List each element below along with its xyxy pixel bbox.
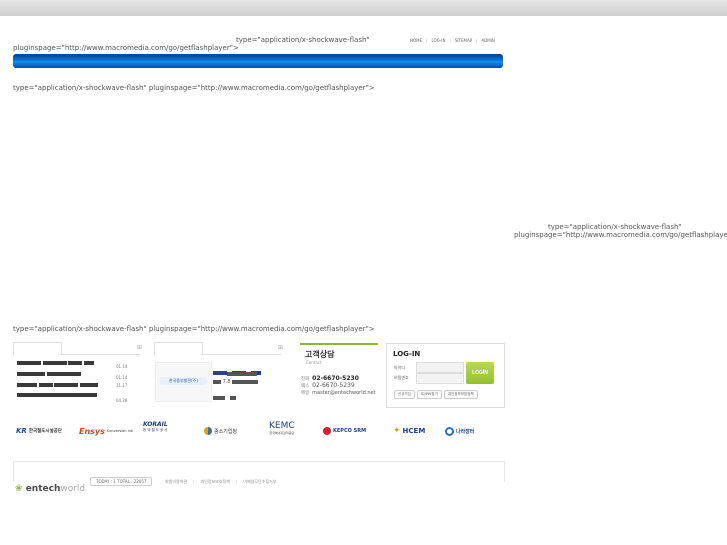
banner-year: 2009 (213, 371, 226, 377)
contact-email[interactable]: 메일 master@entechworld.net (301, 390, 376, 396)
privacy-link[interactable]: 개인정보보호정책 (200, 479, 229, 485)
signup-link[interactable]: 신규가입 (394, 390, 415, 399)
list-item[interactable] (17, 382, 98, 388)
news-date: 01.14 (116, 364, 128, 369)
contact-subtitle: Contact (306, 360, 322, 365)
flash-fallback-text: type="application/x-shockwave-flash" (236, 36, 370, 44)
util-login-link[interactable]: LOG-IN (432, 38, 446, 43)
logo-ensys[interactable]: Ensys Conversion ink (79, 421, 133, 441)
flash-fallback-text: type="application/x-shockwave-flash" (548, 223, 682, 231)
banner-date: 7.8 (222, 379, 231, 385)
banner-text (213, 387, 237, 406)
login-id-input[interactable] (416, 362, 464, 373)
logo-kepco[interactable]: KEPCO SRM (323, 421, 366, 441)
find-id-pw-link[interactable]: ID/PW찾기 (416, 390, 442, 399)
leaf-icon: ❀ (15, 484, 23, 494)
list-item[interactable] (17, 371, 81, 377)
login-title: LOG-IN (393, 350, 421, 358)
footer-logo: ❀ entechworld (15, 484, 86, 494)
banner-label: 한국중부발전(주) (159, 377, 208, 385)
news-date: 04.28 (116, 398, 128, 403)
banner-image[interactable]: 한국중부발전(주) (155, 362, 212, 402)
login-password-input[interactable] (416, 373, 464, 384)
util-admin-link[interactable]: ADMIN (481, 38, 494, 43)
contact-fax: 팩스 02-6670-5239 (301, 382, 355, 389)
navigation-bar (13, 54, 503, 68)
contact-title: 고객상담 (305, 350, 335, 359)
top-gradient-bar (0, 0, 727, 16)
partner-logos: KR 한국철도시설공단 Ensys Conversion ink KORAIL … (13, 421, 503, 441)
flash-fallback-text: type="application/x-shockwave-flash" plu… (13, 325, 375, 333)
logo-hcem[interactable]: ✦ HCEM (393, 421, 425, 441)
flash-fallback-text: pluginspage="http://www.macromedia.com/g… (514, 231, 727, 239)
flash-fallback-text: pluginspage="http://www.macromedia.com/g… (13, 44, 239, 52)
logo-korail[interactable]: KORAIL 한국철도공사 (143, 421, 168, 441)
news-date: 11.17 (116, 383, 128, 388)
logo-kr-rail[interactable]: KR 한국철도시설공단 (16, 421, 62, 441)
news-date: 01.14 (116, 375, 128, 380)
logo-sme[interactable]: 중소기업청 (204, 421, 237, 441)
contact-accent-line (300, 343, 378, 345)
notice-tab[interactable] (154, 342, 203, 355)
list-item[interactable] (17, 360, 94, 366)
utility-menu: HOME | LOG-IN | SITEMAP | ADMIN (410, 38, 495, 43)
email-refusal-link[interactable]: 이메일무단수집거부 (243, 479, 276, 485)
visitor-counter: TODAY : 1 TOTAL : 22057 (90, 477, 153, 486)
login-id-label: 아이디 (394, 365, 406, 370)
util-sitemap-link[interactable]: SITEMAP (455, 38, 472, 43)
banner-text: 7.8 (213, 379, 259, 385)
util-home-link[interactable]: HOME (410, 38, 422, 43)
login-links: 신규가입 ID/PW찾기 개인정보보호정책 (394, 390, 478, 399)
logo-kemc[interactable]: KEMC 한국에너지관리공단 (269, 421, 295, 441)
contact-phone: 전화 02-6670-5230 (301, 375, 359, 382)
logo-nara[interactable]: 나라장터 (445, 421, 474, 441)
list-item[interactable] (17, 392, 97, 398)
login-button[interactable]: LOGIN (466, 362, 494, 384)
footer-links: 회원이용약관 | 개인정보보호정책 | 이메일무단수집거부 (165, 479, 277, 485)
notice-more-icon[interactable]: ⊞ (278, 344, 283, 351)
login-pw-label: 비밀번호 (394, 375, 409, 380)
terms-link[interactable]: 회원이용약관 (165, 479, 187, 485)
banner-text: 2009 (213, 371, 258, 377)
news-more-icon[interactable]: ⊞ (137, 344, 142, 351)
privacy-policy-link[interactable]: 개인정보보호정책 (443, 390, 478, 399)
news-tab[interactable] (13, 342, 62, 355)
flash-fallback-text: type="application/x-shockwave-flash" plu… (13, 84, 375, 92)
